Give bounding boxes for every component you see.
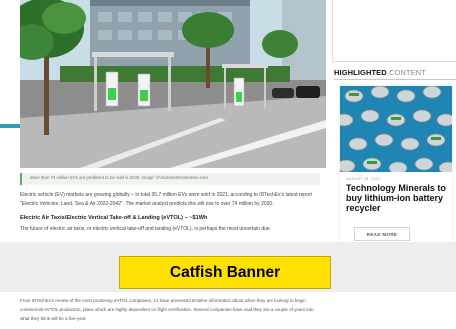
card-date: AUGUST 16, 2022 [346, 177, 381, 181]
image-caption-box: More than 74 million EVs are predicted t… [20, 173, 320, 185]
highlighted-title-light: CONTENT [388, 68, 426, 77]
sidebar-ad-slot [332, 0, 456, 62]
highlighted-title-bold: HIGHLIGHTED [334, 68, 387, 77]
article-paragraph-1: Electric vehicle (EV) markets are growin… [20, 192, 312, 208]
highlighted-content-title: HIGHLIGHTED CONTENT [334, 68, 426, 77]
hero-image-ev-chargers [20, 0, 326, 168]
card-image-battery-cells[interactable] [340, 86, 452, 172]
section-heading-evtol: Electric Air Taxis/Electric Vertical Tak… [20, 215, 208, 221]
section-divider [334, 79, 456, 80]
article-paragraph-3: From IDTechEx's review of the most promi… [20, 298, 314, 322]
image-caption: More than 74 million EVs are predicted t… [30, 175, 208, 180]
article-paragraph-2: The future of electric air taxis, or ele… [20, 226, 270, 232]
catfish-banner[interactable]: Catfish Banner [119, 256, 331, 289]
read-more-button[interactable]: READ MORE [354, 227, 410, 241]
accent-bar [0, 124, 20, 128]
card-title-link[interactable]: Technology Minerals to buy lithium-ion b… [346, 183, 450, 213]
highlighted-card[interactable]: AUGUST 16, 2022 Technology Minerals to b… [340, 86, 452, 244]
